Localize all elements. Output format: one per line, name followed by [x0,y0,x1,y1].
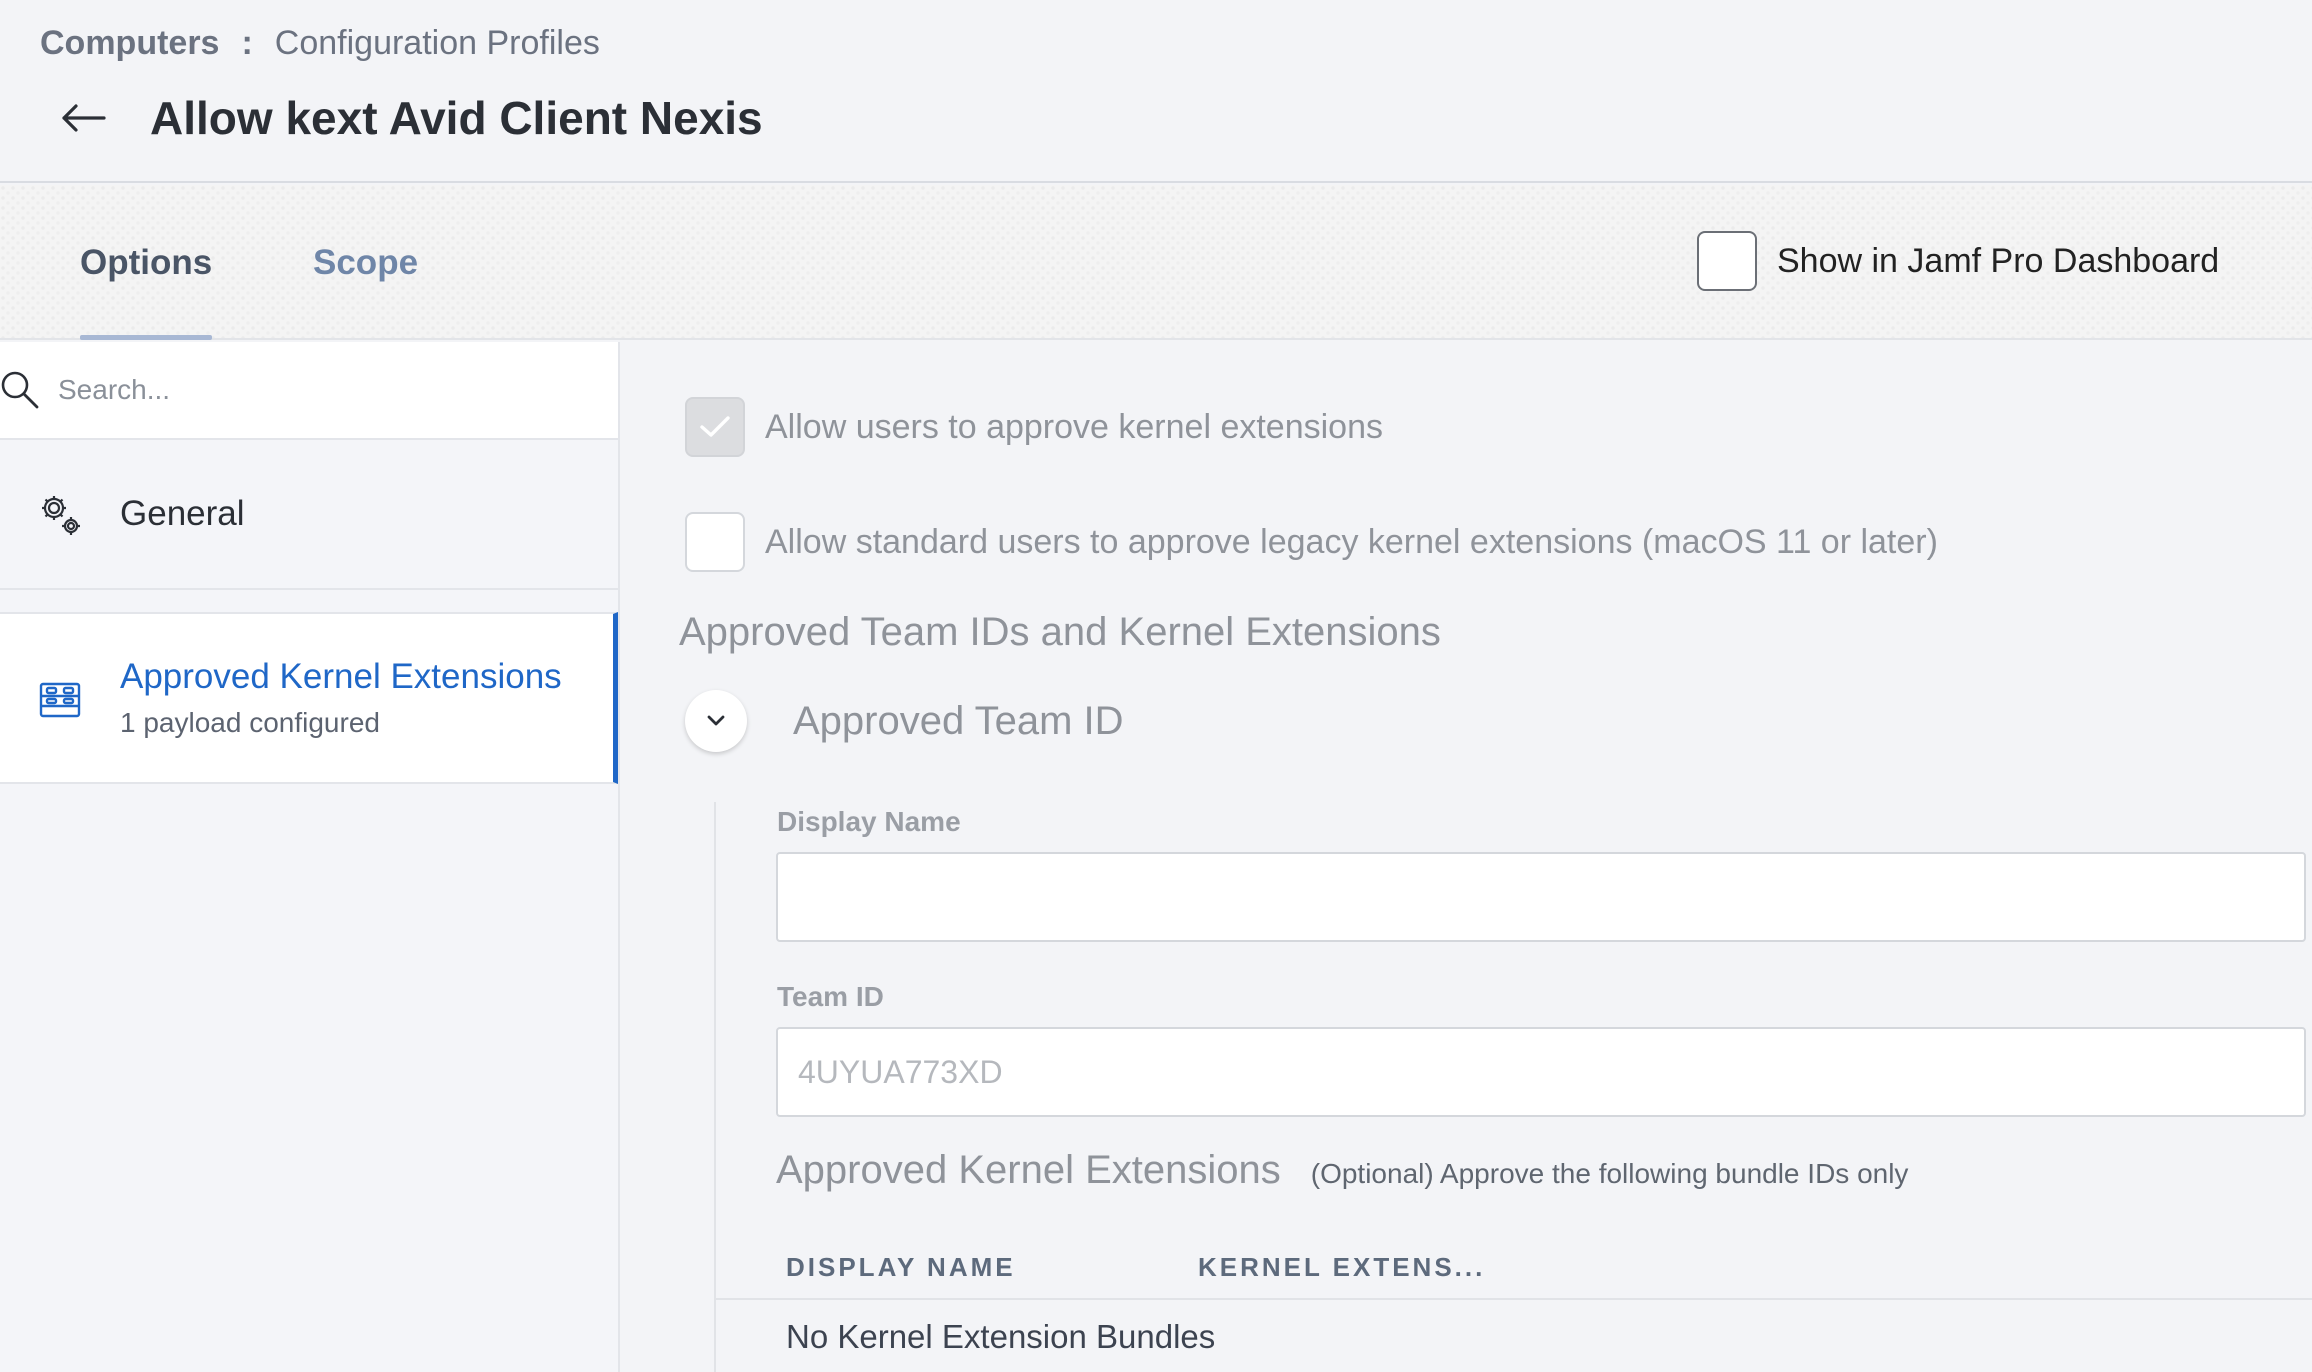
show-in-dashboard-toggle[interactable]: Show in Jamf Pro Dashboard [1697,231,2219,291]
tab-bar: Options Scope Show in Jamf Pro Dashboard [0,185,2312,340]
team-heading: Approved Team ID [793,698,1124,743]
allow-standard-users-label: Allow standard users to approve legacy k… [765,522,1938,561]
empty-table-message: No Kernel Extension Bundles [786,1318,1216,1355]
back-arrow-icon[interactable] [58,98,108,138]
column-header-kernel-extension[interactable]: KERNEL EXTENS... [1198,1252,1485,1283]
kernel-extensions-table-header: DISPLAY NAME KERNEL EXTENS... [716,1228,2312,1300]
show-in-dashboard-checkbox[interactable] [1697,231,1757,291]
allow-standard-users-row: Allow standard users to approve legacy k… [685,512,1938,572]
show-in-dashboard-label: Show in Jamf Pro Dashboard [1777,241,2220,280]
allow-users-checkbox[interactable] [685,397,745,457]
breadcrumb-configuration-profiles[interactable]: Configuration Profiles [275,24,600,62]
breadcrumb-separator: : [241,24,253,62]
breadcrumb: Computers: Configuration Profiles [40,24,600,63]
tab-options[interactable]: Options [80,243,213,340]
checkmark-icon [700,416,730,437]
display-name-label: Display Name [777,806,961,837]
title-row: Allow kext Avid Client Nexis [58,88,763,148]
allow-standard-users-checkbox[interactable] [685,512,745,572]
approved-kernel-extensions-header: Approved Kernel Extensions (Optional) Ap… [776,1148,1908,1193]
display-name-input[interactable] [776,852,2306,942]
kernel-extension-icon [39,682,81,718]
payload-count: 1 payload configured [120,707,380,738]
ake-heading: Approved Kernel Extensions [776,1148,1281,1192]
sidebar-search [0,342,618,440]
sidebar-item-text: Approved Kernel Extensions 1 payload con… [120,657,562,739]
ake-note: (Optional) Approve the following bundle … [1310,1158,1909,1189]
search-input[interactable] [58,374,578,406]
chevron-down-icon [707,715,725,726]
gears-icon [42,496,80,535]
tab-scope[interactable]: Scope [313,243,418,283]
allow-users-row: Allow users to approve kernel extensions [685,397,1383,457]
team-id-label: Team ID [777,981,884,1012]
search-icon [1,371,39,409]
column-header-display-name[interactable]: DISPLAY NAME [786,1252,1016,1283]
page-header: Computers: Configuration Profiles Allow k… [0,0,2312,183]
breadcrumb-computers[interactable]: Computers [40,24,219,62]
payload-sidebar: General Approved Kernel Extensions 1 pay… [0,342,620,1372]
collapse-team-button[interactable] [685,690,747,752]
sidebar-item-label: General [120,494,245,533]
team-id-input[interactable] [776,1027,2306,1117]
section-heading: Approved Team IDs and Kernel Extensions [679,610,1441,654]
sidebar-item-approved-kernel-extensions[interactable]: Approved Kernel Extensions 1 payload con… [0,612,618,784]
sidebar-item-label: Approved Kernel Extensions [120,657,562,696]
page-title: Allow kext Avid Client Nexis [150,92,763,144]
allow-users-label: Allow users to approve kernel extensions [765,407,1383,446]
sidebar-item-general[interactable]: General [0,440,618,590]
approved-team-id-header: Approved Team ID [685,690,1124,752]
